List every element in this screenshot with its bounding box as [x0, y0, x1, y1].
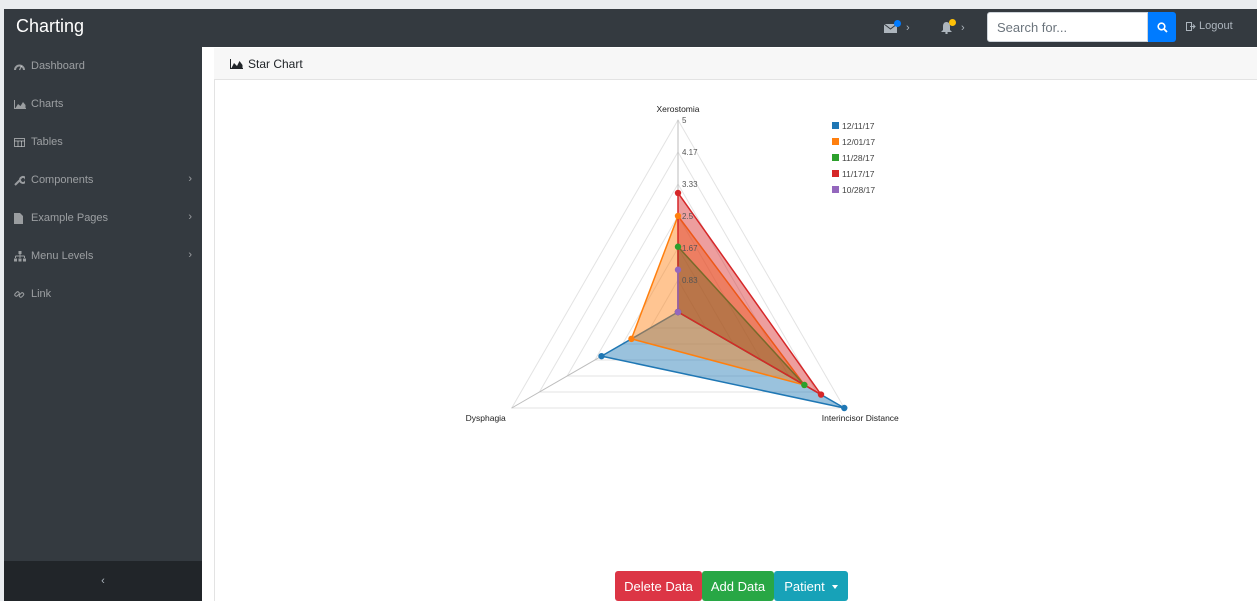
- add-data-label: Add Data: [710, 578, 766, 594]
- sitemap-icon: [14, 250, 28, 262]
- delete-data-button[interactable]: Delete Data: [615, 571, 702, 601]
- legend-label: 11/28/17: [842, 153, 875, 163]
- card-header: Star Chart: [214, 48, 1257, 80]
- legend-swatch: [832, 138, 839, 145]
- chevron-right-icon: ›: [188, 173, 192, 185]
- data-point: [674, 266, 682, 273]
- messages-dropdown[interactable]: ›: [884, 19, 910, 37]
- data-point: [598, 352, 605, 360]
- sidebar-item-dashboard[interactable]: Dashboard: [4, 47, 202, 85]
- caret-down-icon: [831, 584, 838, 589]
- data-point: [674, 308, 682, 316]
- data-point: [674, 243, 682, 250]
- legend-swatch: [832, 186, 839, 193]
- sidebar-item-label: Dashboard: [31, 60, 85, 72]
- area-chart-icon: [230, 58, 243, 69]
- sidebar-item-label: Menu Levels: [31, 250, 94, 262]
- tachometer-icon: [14, 62, 28, 71]
- axis-label: Interincisor Distance: [822, 413, 899, 423]
- sidebar-item-link[interactable]: Link: [4, 275, 202, 313]
- sidebar-item-menu-levels[interactable]: Menu Levels ›: [4, 237, 202, 275]
- wrench-icon: [14, 175, 28, 186]
- tick-label: 3.33: [682, 180, 698, 189]
- delete-data-label: Delete Data: [624, 578, 693, 594]
- sidebar: Dashboard Charts Tables Components › Exa…: [4, 47, 202, 601]
- data-point: [841, 404, 848, 412]
- envelope-icon: [884, 20, 901, 33]
- sidebar-item-components[interactable]: Components ›: [4, 161, 202, 199]
- legend-swatch: [832, 122, 839, 129]
- alerts-indicator: [949, 19, 956, 26]
- search-icon: [1156, 21, 1168, 33]
- chevron-right-icon: ›: [188, 211, 192, 223]
- legend-label: 10/28/17: [842, 185, 875, 195]
- sidebar-item-label: Link: [31, 288, 52, 300]
- sidebar-item-charts[interactable]: Charts: [4, 85, 202, 123]
- bell-icon: [941, 19, 956, 34]
- file-icon: [14, 212, 28, 224]
- tick-label: 0.83: [682, 276, 698, 285]
- chevron-right-icon: ›: [188, 249, 192, 261]
- chevron-right-icon: ›: [961, 22, 965, 34]
- search-button[interactable]: [1148, 12, 1176, 42]
- tick-label: 2.5: [682, 212, 694, 221]
- sign-out-icon: [1186, 21, 1196, 31]
- app-frame: Charting › › Logout: [4, 9, 1257, 601]
- messages-indicator: [894, 20, 901, 27]
- data-point: [674, 189, 682, 197]
- patient-label: Patient: [784, 578, 825, 594]
- sidebar-item-label: Components: [31, 174, 94, 186]
- data-point: [801, 381, 808, 389]
- logout-link[interactable]: Logout: [1186, 20, 1233, 32]
- chart-card-body: 0.83 1.67 2.5 3.33 4.17 5 Xerostomia Interincis…: [214, 80, 1257, 601]
- link-icon: [14, 289, 28, 300]
- sidebar-item-label: Charts: [31, 98, 64, 110]
- sidebar-item-example-pages[interactable]: Example Pages ›: [4, 199, 202, 237]
- table-icon: [14, 137, 28, 147]
- top-navbar: Charting › › Logout: [4, 9, 1257, 47]
- area-chart-icon: [14, 99, 28, 109]
- sidebar-toggle-button[interactable]: ‹: [4, 561, 202, 601]
- data-point: [674, 212, 682, 220]
- axis-label: Dysphagia: [466, 413, 506, 423]
- navbar-brand[interactable]: Charting: [16, 16, 84, 37]
- chevron-right-icon: ›: [906, 22, 910, 34]
- legend-swatch: [832, 170, 839, 177]
- legend-label: 12/01/17: [842, 137, 875, 147]
- axis-label: Xerostomia: [657, 104, 700, 114]
- sidebar-item-tables[interactable]: Tables: [4, 123, 202, 161]
- data-point: [628, 335, 635, 343]
- chevron-left-icon: ‹: [101, 575, 105, 587]
- legend-label: 12/11/17: [842, 121, 875, 131]
- legend-swatch: [832, 154, 839, 161]
- alerts-dropdown[interactable]: ›: [941, 19, 965, 37]
- legend-label: 11/17/17: [842, 169, 875, 179]
- sidebar-item-label: Example Pages: [31, 212, 109, 224]
- search-input[interactable]: [987, 12, 1148, 42]
- add-data-button[interactable]: Add Data: [702, 571, 774, 601]
- logout-label: Logout: [1199, 20, 1233, 32]
- tick-label: 1.67: [682, 244, 698, 253]
- tick-label: 4.17: [682, 148, 698, 157]
- tick-label: 5: [682, 116, 687, 125]
- sidebar-item-label: Tables: [31, 136, 63, 148]
- data-point: [817, 391, 825, 398]
- card-title: Star Chart: [248, 56, 303, 71]
- star-chart: 0.83 1.67 2.5 3.33 4.17 5 Xerostomia Interincis…: [466, 104, 899, 423]
- patient-dropdown-button[interactable]: Patient: [774, 571, 848, 601]
